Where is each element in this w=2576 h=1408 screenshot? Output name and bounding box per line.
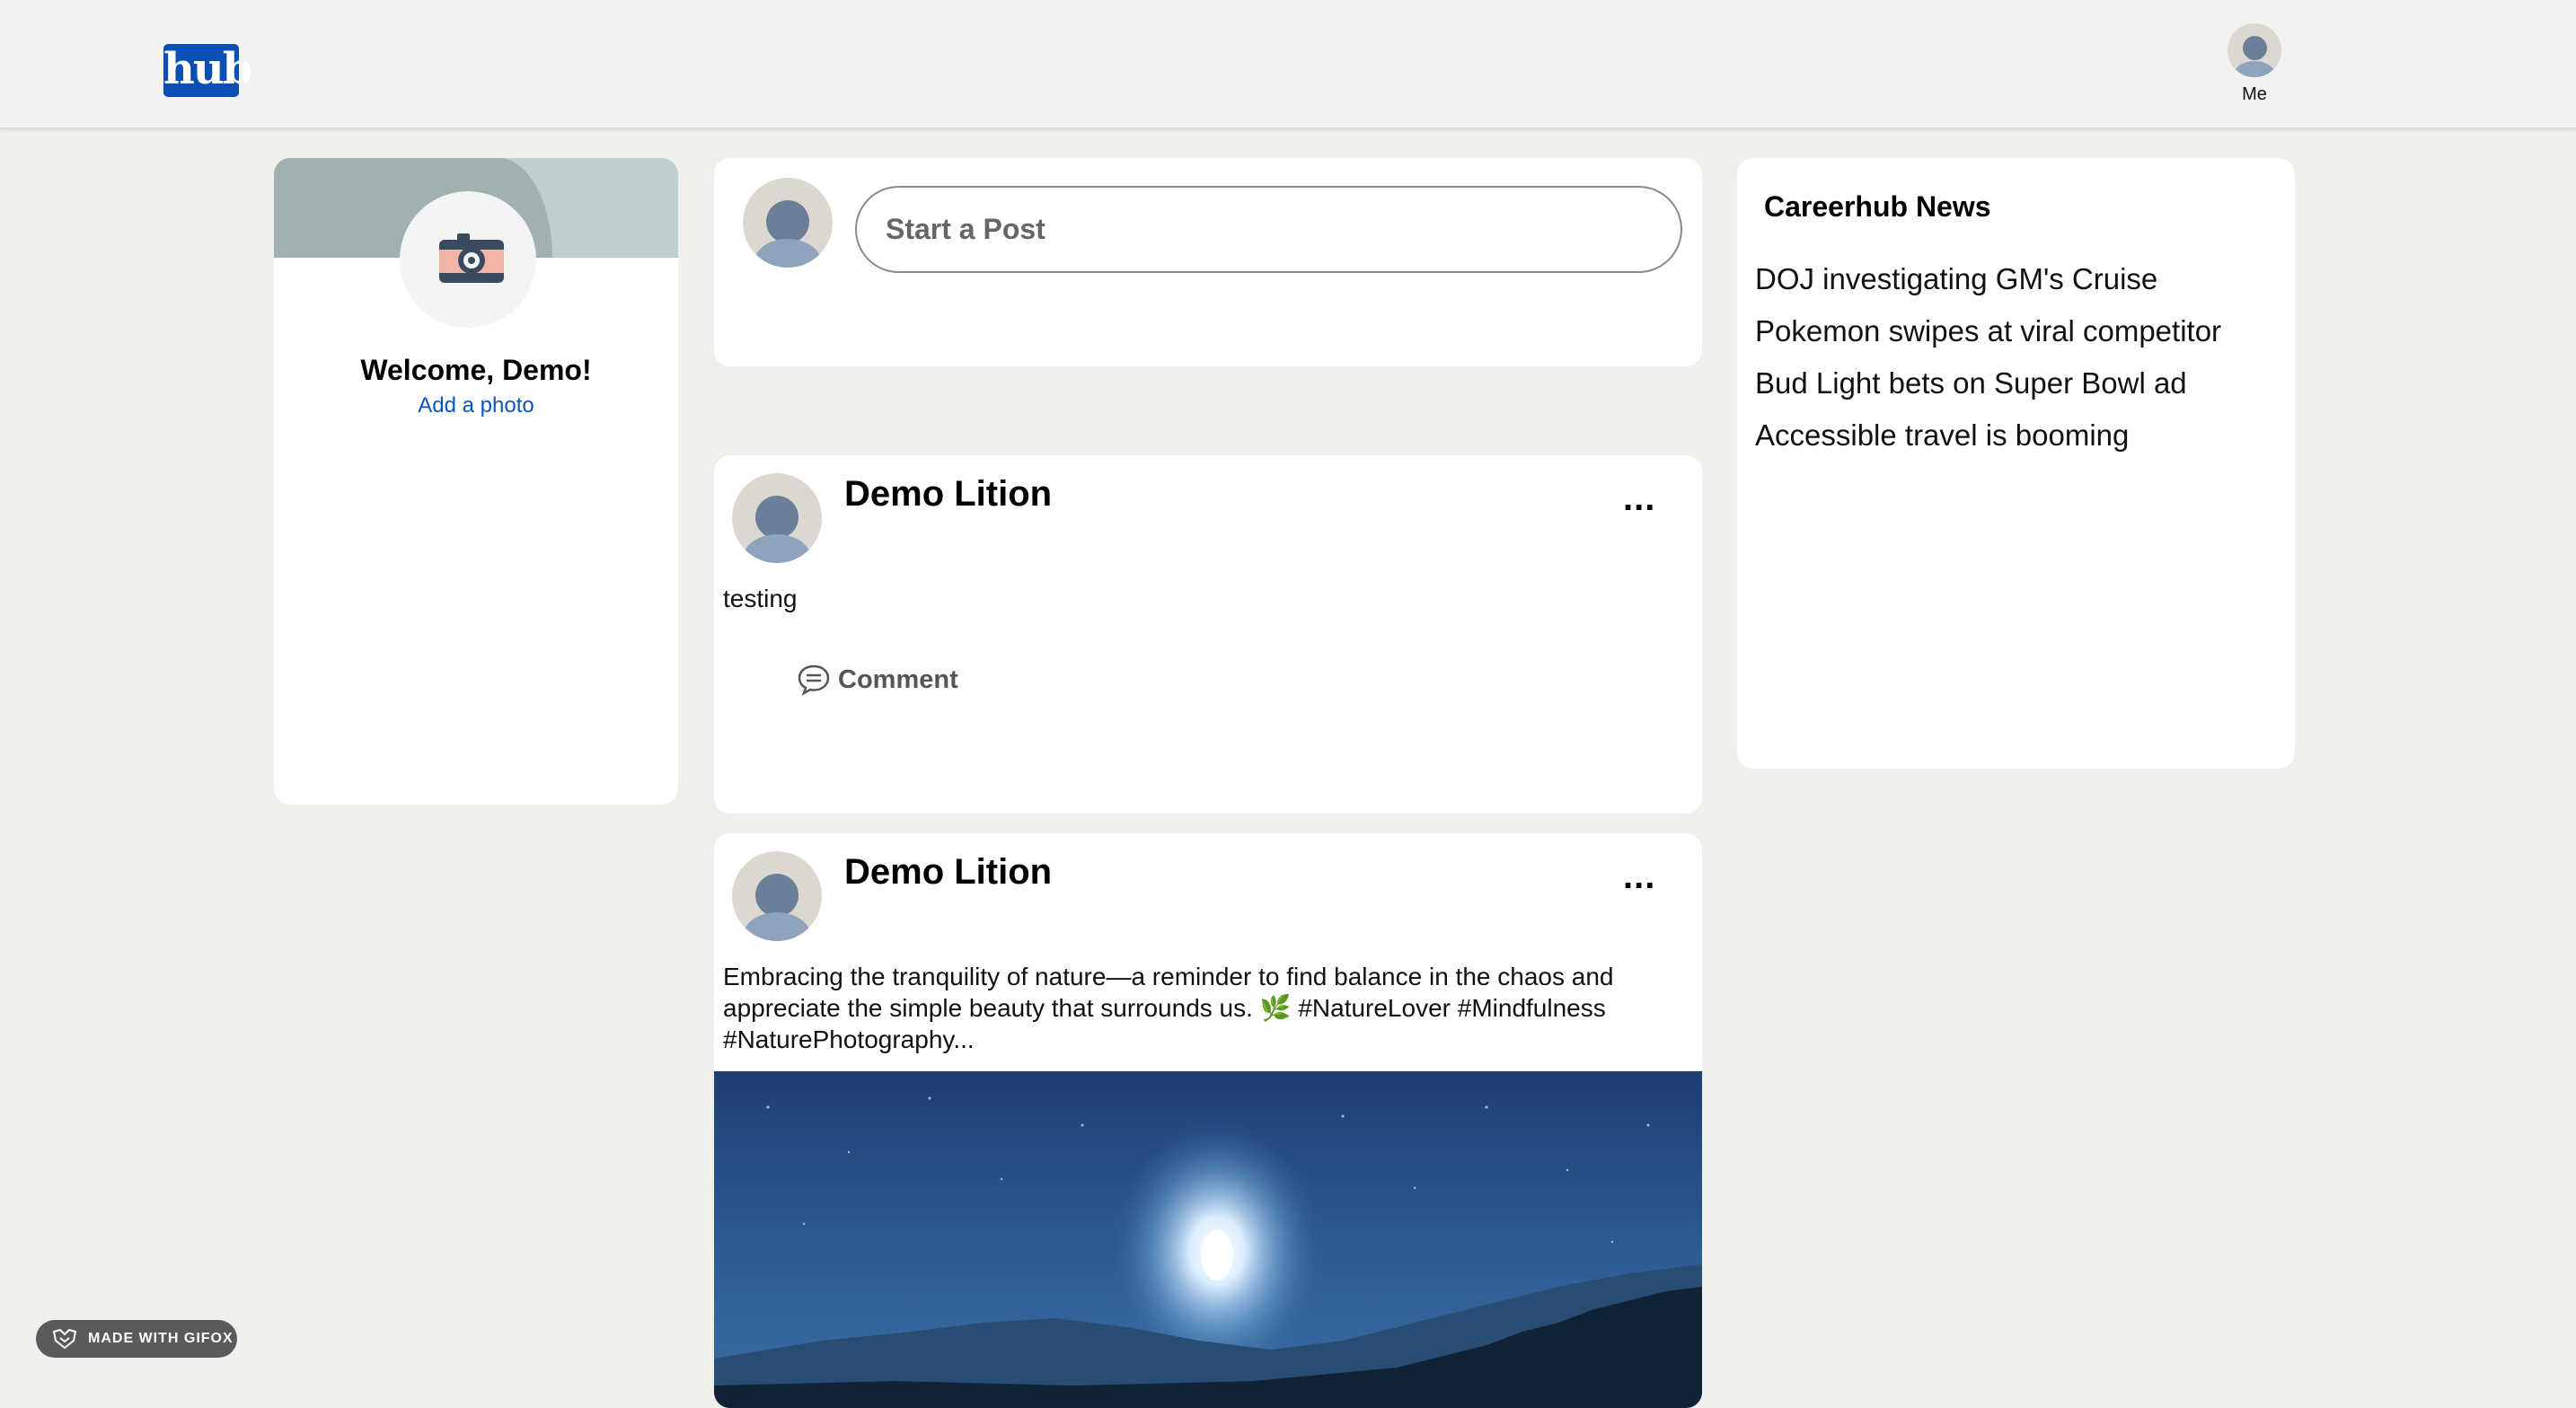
post-text-line: appreciate the simple beauty that surrou… <box>723 994 1606 1022</box>
start-post-input[interactable]: Start a Post <box>855 186 1682 273</box>
news-item[interactable]: DOJ investigating GM's Cruise <box>1755 253 2221 305</box>
comment-button[interactable]: Comment <box>797 660 958 700</box>
post-text: Embracing the tranquility of nature—a re… <box>723 961 1613 1055</box>
post-author[interactable]: Demo Lition <box>844 852 1052 893</box>
profile-photo-placeholder[interactable] <box>400 191 536 328</box>
post-text-line: Embracing the tranquility of nature—a re… <box>723 963 1614 990</box>
me-label[interactable]: Me <box>2219 84 2290 105</box>
camera-icon <box>439 233 504 283</box>
news-item[interactable]: Pokemon swipes at viral competitor <box>1755 305 2221 357</box>
news-panel: Careerhub News DOJ investigating GM's Cr… <box>1737 158 2295 769</box>
post-author[interactable]: Demo Lition <box>844 474 1052 515</box>
gifox-icon <box>52 1328 77 1350</box>
more-icon[interactable]: ... <box>1623 857 1655 897</box>
hub-logo[interactable]: hub <box>163 44 252 97</box>
comment-label[interactable]: Comment <box>838 665 958 695</box>
post-composer: Start a Post <box>714 158 1702 366</box>
news-list: DOJ investigating GM's Cruise Pokemon sw… <box>1755 253 2221 462</box>
profile-card: Welcome, Demo! Add a photo <box>274 158 678 805</box>
author-avatar[interactable] <box>732 473 822 563</box>
me-avatar[interactable] <box>2228 23 2281 77</box>
made-with-gifox-badge: MADE WITH GIFOX <box>36 1320 237 1358</box>
post-text: testing <box>723 585 798 612</box>
news-item[interactable]: Bud Light bets on Super Bowl ad <box>1755 357 2221 409</box>
top-navigation-bar: hub Me <box>0 0 2576 129</box>
author-avatar[interactable] <box>732 851 822 941</box>
add-photo-link[interactable]: Add a photo <box>274 393 678 418</box>
welcome-heading: Welcome, Demo! <box>360 354 592 386</box>
news-item[interactable]: Accessible travel is booming <box>1755 409 2221 462</box>
post-card: Demo Lition ... testing Comment <box>714 455 1702 814</box>
news-title: Careerhub News <box>1764 190 1991 223</box>
post-image[interactable] <box>714 1071 1702 1408</box>
me-menu[interactable]: Me <box>2219 23 2290 105</box>
post-text-line: #NaturePhotography... <box>723 1025 975 1053</box>
gifox-label: MADE WITH GIFOX <box>88 1331 234 1346</box>
more-icon[interactable]: ... <box>1623 479 1655 519</box>
comment-icon <box>798 664 830 696</box>
composer-avatar <box>743 178 833 268</box>
post-card: Demo Lition ... Embracing the tranquilit… <box>714 833 1702 1408</box>
